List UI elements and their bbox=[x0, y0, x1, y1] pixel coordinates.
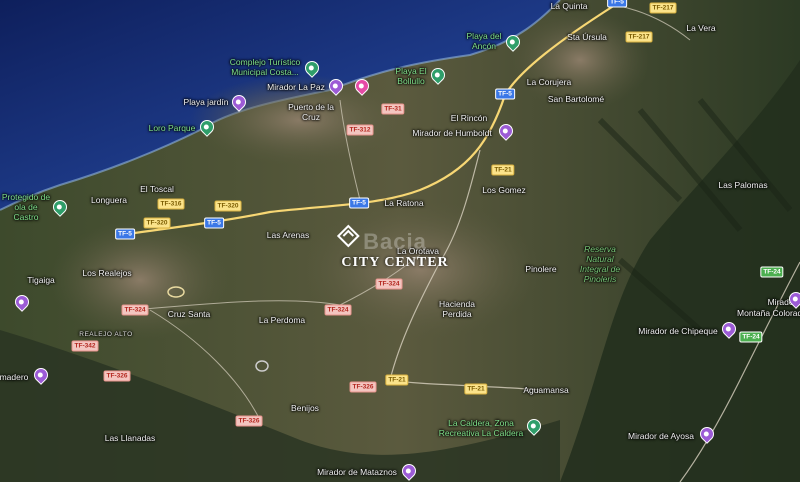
road-shield-tf320: TF-320 bbox=[143, 217, 171, 229]
road-shield-tf5: TF-5 bbox=[349, 197, 369, 209]
poi-label-la-caldera[interactable]: La Caldera, Zona Recreativa La Caldera bbox=[433, 418, 529, 438]
place-label-el-rincon: El Rincón bbox=[450, 113, 488, 123]
road-shield-tf324: TF-324 bbox=[324, 304, 352, 316]
place-label-la-corujera: La Corujera bbox=[526, 77, 572, 87]
road-shield-tf217: TF-217 bbox=[625, 31, 653, 43]
place-label-tigaiga: Tigaiga bbox=[27, 275, 55, 285]
poi-label-loro-parque[interactable]: Loro Parque bbox=[149, 123, 196, 133]
place-label-montana-colorada: Montaña Colorada bbox=[737, 308, 800, 318]
place-label-hacienda-perdida: Hacienda Perdida bbox=[427, 299, 487, 319]
road-shield-tf324: TF-324 bbox=[375, 278, 403, 290]
place-label-aguamansa: Aguamansa bbox=[523, 385, 569, 395]
protegido-text: Protegido de ola de Castro bbox=[1, 192, 51, 222]
place-label-san-bartolome: San Bartolomé bbox=[547, 94, 605, 104]
place-label-longuera: Longuera bbox=[91, 195, 127, 205]
playa-bollullo-text: Playa El Bollullo bbox=[395, 66, 427, 86]
road-shield-tf21: TF-21 bbox=[385, 374, 409, 386]
road-shield-tf312: TF-312 bbox=[346, 124, 374, 136]
la-caldera-text: La Caldera, Zona Recreativa La Caldera bbox=[438, 418, 524, 438]
puerto-text: Puerto de la Cruz bbox=[288, 102, 334, 122]
poi-label-mirador-ayosa[interactable]: Mirador de Ayosa bbox=[628, 431, 694, 441]
place-label-la-perdoma: La Perdoma bbox=[258, 315, 306, 325]
poi-label-playa-bollullo[interactable]: Playa El Bollullo bbox=[389, 66, 434, 86]
playa-ancon-text: Playa del Ancón bbox=[466, 31, 502, 51]
road-shield-tf5: TF-5 bbox=[204, 217, 224, 229]
road-shield-tf316: TF-316 bbox=[157, 198, 185, 210]
place-label-las-llanadas: Las Llanadas bbox=[104, 433, 156, 443]
place-label-benijos: Benijos bbox=[291, 403, 319, 413]
road-shield-tf326: TF-326 bbox=[349, 381, 377, 393]
place-label-la-vera: La Vera bbox=[686, 23, 716, 33]
poi-label-mirador-humboldt[interactable]: Mirador de Humboldt bbox=[412, 128, 491, 138]
poi-label-mirador-la-paz[interactable]: Mirador La Paz bbox=[267, 82, 325, 92]
poi-label-complejo[interactable]: Complejo Turístico Municipal Costa... bbox=[224, 57, 306, 77]
reserva-text: Reserva Natural Integral de Pinoleris bbox=[579, 244, 621, 284]
road-shield-tf24: TF-24 bbox=[760, 266, 784, 278]
poi-label-playa-ancon[interactable]: Playa del Ancón bbox=[459, 31, 509, 51]
satellite-map[interactable]: La Quinta Sta Úrsula La Vera La Corujera… bbox=[0, 0, 800, 482]
logo-icon bbox=[336, 224, 360, 248]
road-shield-tf21: TF-21 bbox=[491, 164, 515, 176]
place-label-la-ratona: La Ratona bbox=[384, 198, 424, 208]
road-shield-tf5: TF-5 bbox=[115, 228, 135, 240]
road-shield-tf21: TF-21 bbox=[464, 383, 488, 395]
place-label-la-quinta: La Quinta bbox=[550, 1, 588, 11]
complejo-text: Complejo Turístico Municipal Costa... bbox=[229, 57, 301, 77]
place-label-los-realejos: Los Realejos bbox=[82, 268, 132, 278]
place-label-puerto: Puerto de la Cruz bbox=[286, 102, 336, 122]
poi-label-mirador-chipeque[interactable]: Mirador de Chipeque bbox=[638, 326, 717, 336]
place-label-los-gomez: Los Gomez bbox=[482, 185, 526, 195]
poi-label-protegido[interactable]: Protegido de ola de Castro bbox=[1, 192, 51, 222]
watermark-tagline: CITY CENTER bbox=[341, 255, 449, 270]
urban-area-realejos bbox=[50, 220, 230, 340]
road-shield-tf326: TF-326 bbox=[103, 370, 131, 382]
road-shield-tf5: TF-5 bbox=[495, 88, 515, 100]
road-shield-tf217: TF-217 bbox=[649, 2, 677, 14]
place-label-las-arenas: Las Arenas bbox=[266, 230, 310, 240]
road-shield-tf324: TF-324 bbox=[121, 304, 149, 316]
hacienda-text: Hacienda Perdida bbox=[439, 299, 475, 319]
place-label-el-toscal: El Toscal bbox=[140, 184, 174, 194]
watermark: Bacia CITY CENTER bbox=[336, 224, 449, 271]
poi-label-reserva[interactable]: Reserva Natural Integral de Pinoleris bbox=[575, 244, 625, 284]
poi-label-playa-jardin[interactable]: Playa jardín bbox=[184, 97, 229, 107]
road-shield-tf5: TF-5 bbox=[607, 0, 627, 8]
road-shield-tf320: TF-320 bbox=[214, 200, 242, 212]
place-label-las-palomas: Las Palomas bbox=[718, 180, 768, 190]
place-label-realejo-alto: REALEJO ALTO bbox=[79, 331, 133, 338]
place-label-cruz-santa: Cruz Santa bbox=[167, 309, 211, 319]
poi-label-mirador-mataznos[interactable]: Mirador de Mataznos bbox=[317, 467, 397, 477]
road-shield-tf326: TF-326 bbox=[235, 415, 263, 427]
road-shield-tf24: TF-24 bbox=[739, 331, 763, 343]
place-label-sta-ursula: Sta Úrsula bbox=[567, 32, 607, 42]
road-shield-tf31: TF-31 bbox=[381, 103, 405, 115]
place-label-madero: madero bbox=[0, 372, 29, 382]
place-label-pinolere: Pinolere bbox=[525, 264, 557, 274]
road-shield-tf342: TF-342 bbox=[71, 340, 99, 352]
